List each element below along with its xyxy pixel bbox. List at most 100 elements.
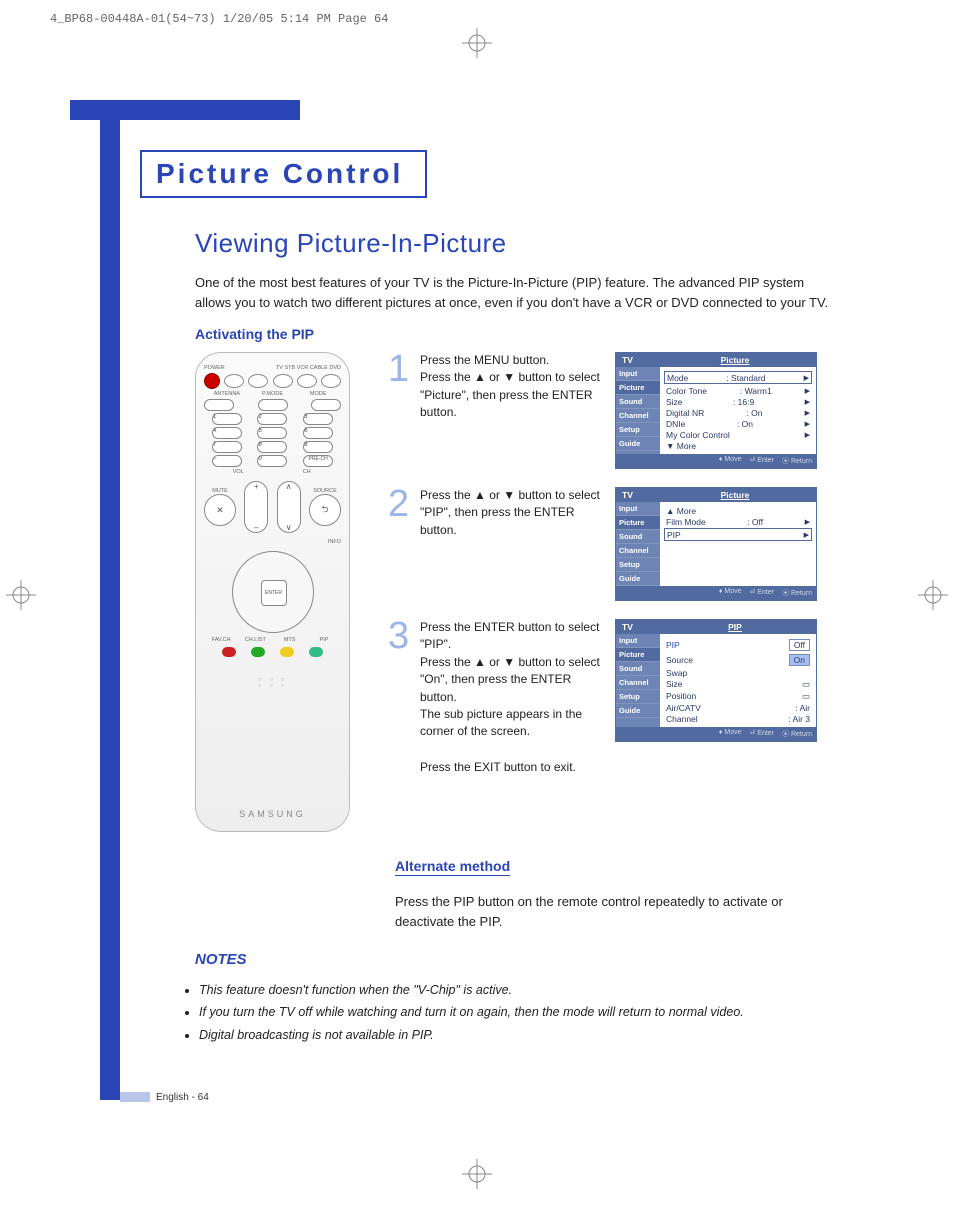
crop-mark-bottom [0, 1159, 954, 1189]
osd-tv-label: TV [616, 620, 654, 634]
crop-mark-left [6, 580, 36, 615]
osd-menu-item: Sound [616, 662, 660, 676]
osd-row-value: : Air 3 [788, 714, 810, 724]
osd-tv-label: TV [616, 353, 654, 367]
notes-list: This feature doesn't function when the "… [195, 981, 835, 1045]
subhead-activating: Activating the PIP [195, 326, 835, 342]
osd-title: PIP [654, 620, 816, 634]
osd-row-label: Size [666, 679, 683, 689]
chapter-title: Picture Control [140, 150, 427, 198]
num-2: 2 [257, 413, 287, 425]
osd-menu-item: Sound [616, 530, 660, 544]
pip-label: PIP [307, 637, 341, 643]
osd-row-label: Film Mode [666, 517, 706, 527]
mode-btn [297, 374, 317, 388]
osd-right-panel: ▲ More Film Mode: Off▶ PIP▶ [660, 502, 816, 586]
mts-label: MTS [273, 637, 307, 643]
osd-row-value: : 16:9 [733, 397, 754, 407]
mute-label: MUTE [204, 488, 236, 494]
chlist-label: CH.LIST [238, 637, 272, 643]
osd-pip: TVPIP Input Picture Sound Channel Setup … [615, 619, 817, 742]
section-title: Viewing Picture-In-Picture [195, 228, 835, 259]
footer-text: English - 64 [156, 1092, 209, 1103]
num-6: 6 [303, 427, 333, 439]
green-button-icon [251, 647, 265, 657]
step-2: 2 Press the ▲ or ▼ button to select "PIP… [388, 487, 605, 539]
mode-label: MODE [295, 391, 341, 397]
notes-heading: NOTES [195, 951, 835, 968]
ch-label: CH [273, 469, 342, 475]
size-icon: ▭ [802, 679, 810, 690]
osd-menu-item: Guide [616, 704, 660, 718]
osd-row-value: : Standard [726, 373, 765, 383]
alternate-method-text: Press the PIP button on the remote contr… [395, 892, 815, 931]
osd-row-value: : On [737, 419, 753, 429]
osd-title: Picture [654, 488, 816, 502]
crop-mark-top [0, 28, 954, 58]
osd-footer: ♦ Move⏎ Enter⦿ Return [616, 586, 816, 600]
step-3: 3 Press the ENTER button to select "PIP"… [388, 619, 605, 741]
osd-row-label: PIP [667, 530, 681, 540]
osd-tv-label: TV [616, 488, 654, 502]
osd-row-label: Color Tone [666, 386, 707, 396]
osd-menu-item: Picture [616, 381, 660, 395]
note-item: If you turn the TV off while watching an… [199, 1003, 835, 1022]
step-text: Press the ▲ or ▼ button to select "PIP",… [420, 487, 605, 539]
ch-rocker: ∧∨ [277, 481, 301, 533]
antenna-label: ANTENNA [204, 391, 250, 397]
power-button-icon [204, 373, 220, 389]
red-button-icon [222, 647, 236, 657]
osd-picture-1: TVPicture Input Picture Sound Channel Se… [615, 352, 817, 469]
osd-menu-item: Channel [616, 676, 660, 690]
mode-btn [321, 374, 341, 388]
osd-row-label: Mode [667, 373, 688, 383]
alternate-method-head: Alternate method [395, 858, 510, 876]
osd-menu-item: Guide [616, 437, 660, 451]
source-button-icon: ⮌ [309, 494, 341, 526]
num-5: 5 [257, 427, 287, 439]
osd-row-label: Channel [666, 714, 698, 724]
enter-button-icon: ENTER [261, 580, 287, 606]
position-icon: ▭ [802, 691, 810, 702]
osd-row-value: : Off [747, 517, 763, 527]
osd-menu-item: Input [616, 634, 660, 648]
layout-bar-vertical [100, 100, 120, 1100]
yellow-button-icon [280, 647, 294, 657]
dpad: ENTER [232, 551, 314, 633]
osd-row-value: : On [746, 408, 762, 418]
osd-menu-item: Setup [616, 558, 660, 572]
osd-row-label: Air/CATV [666, 703, 701, 713]
intro-text: One of the most best features of your TV… [195, 273, 835, 312]
osd-row-label: PIP [666, 640, 680, 650]
num-9: 9 [303, 441, 333, 453]
footer-tab [120, 1092, 150, 1102]
num-8: 8 [257, 441, 287, 453]
osd-row-label: Size [666, 397, 683, 407]
pmode-label: P.MODE [250, 391, 296, 397]
page: 4_BP68-00448A-01(54~73) 1/20/05 5:14 PM … [0, 0, 954, 1217]
num-1: 1 [212, 413, 242, 425]
favch-label: FAV.CH [204, 637, 238, 643]
osd-title: Picture [654, 353, 816, 367]
mode-btn [248, 374, 268, 388]
osd-left-menu: Input Picture Sound Channel Setup Guide [616, 634, 660, 727]
crop-mark-right [918, 580, 948, 615]
content-area: Viewing Picture-In-Picture One of the mo… [195, 220, 835, 1057]
osd-menu-item: Picture [616, 648, 660, 662]
osd-row-label: DNIe [666, 419, 685, 429]
osd-menu-item: Input [616, 367, 660, 381]
info-label: INFO [204, 539, 341, 545]
osd-menu-item: Channel [616, 409, 660, 423]
dash-btn: – [212, 455, 242, 467]
num-3: 3 [303, 413, 333, 425]
osd-footer: ♦ Move⏎ Enter⦿ Return [616, 727, 816, 741]
osd-right-panel: PIPOff SourceOn Swap Size▭ Position▭ Air… [660, 634, 816, 727]
osd-row-label: My Color Control [666, 430, 730, 440]
pip-option-on: On [789, 654, 810, 666]
mode-btn [224, 374, 244, 388]
osd-row-label: Position [666, 691, 696, 701]
step-number: 1 [388, 352, 412, 386]
prech-btn: PRE-CH [303, 455, 333, 467]
osd-left-menu: Input Picture Sound Channel Setup Guide [616, 502, 660, 586]
num-0: 0 [257, 455, 287, 467]
